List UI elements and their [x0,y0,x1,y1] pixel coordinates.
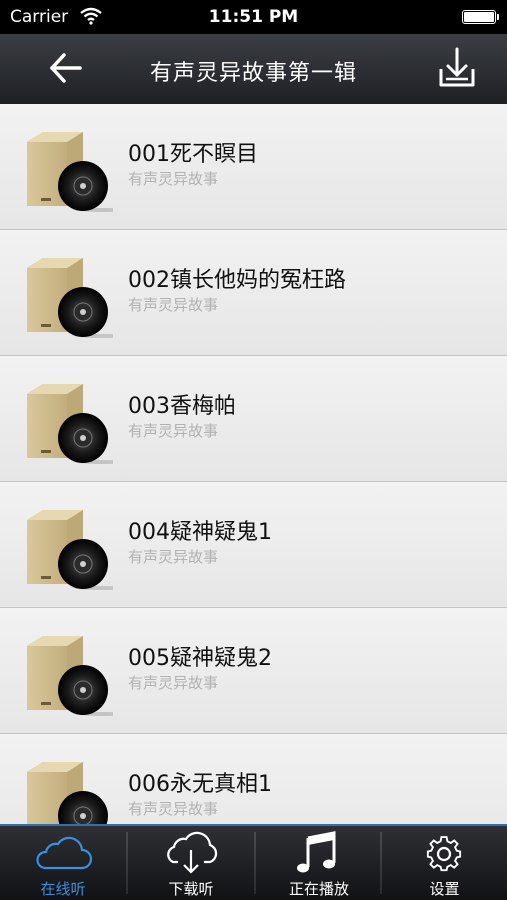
back-button[interactable] [44,48,88,92]
album-cd-icon [23,506,131,590]
tab-online[interactable]: 在线听 [0,826,126,900]
episode-title: 005疑神疑鬼2 [128,646,272,671]
album-cd-icon [23,758,113,824]
download-tray-icon [439,47,475,87]
clock: 11:51 PM [208,7,299,27]
episode-subtitle: 有声灵异故事 [128,170,219,188]
battery-icon [462,10,499,24]
episode-subtitle: 有声灵异故事 [128,422,219,440]
episode-title: 006永无真相1 [128,772,272,797]
tab-downloads[interactable]: 下载听 [128,826,254,900]
episode-subtitle: 有声灵异故事 [128,548,219,566]
nav-bar: 有声灵异故事第一辑 [0,34,507,105]
list-item[interactable]: 002镇长他妈的冤枉路 有声灵异故事 [0,230,507,356]
tab-bar: 在线听 下载听 正在播放 设置 [0,824,507,900]
cloud-download-icon [167,831,218,874]
episode-list[interactable]: 001死不瞑目 有声灵异故事 002镇长他妈的冤枉路 有声灵异故事 003香梅帕… [0,104,507,824]
back-arrow-icon [50,53,82,83]
episode-title: 002镇长他妈的冤枉路 [128,268,346,293]
episode-subtitle: 有声灵异故事 [128,674,219,692]
episode-title: 001死不瞑目 [128,142,258,167]
episode-title: 004疑神疑鬼1 [128,520,272,545]
status-bar: Carrier 11:51 PM [0,0,507,34]
album-cd-icon [23,632,131,716]
list-item[interactable]: 001死不瞑目 有声灵异故事 [0,104,507,230]
album-cd-icon [23,380,131,464]
gear-icon [426,836,462,872]
tab-label: 下载听 [168,880,214,898]
tab-label: 设置 [429,880,460,898]
list-item[interactable]: 005疑神疑鬼2 有声灵异故事 [0,608,507,734]
cloud-icon [36,836,93,870]
album-cd-icon [23,128,131,212]
music-note-icon [297,831,336,873]
list-item[interactable]: 004疑神疑鬼1 有声灵异故事 [0,482,507,608]
episode-subtitle: 有声灵异故事 [128,800,219,818]
tab-settings[interactable]: 设置 [382,826,507,900]
tab-label: 正在播放 [288,880,349,898]
tab-now-playing[interactable]: 正在播放 [256,826,382,900]
page-title: 有声灵异故事第一辑 [149,61,357,86]
episode-title: 003香梅帕 [128,394,236,419]
download-button[interactable] [432,45,482,93]
tab-label: 在线听 [40,880,86,898]
list-item[interactable]: 003香梅帕 有声灵异故事 [0,356,507,482]
list-item[interactable]: 006永无真相1 有声灵异故事 [0,734,507,824]
album-cd-icon [23,254,131,338]
episode-subtitle: 有声灵异故事 [128,296,219,314]
